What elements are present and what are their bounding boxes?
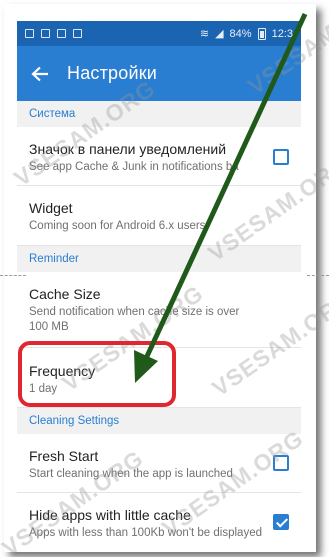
app-bar: Настройки (17, 46, 301, 101)
battery-icon (257, 27, 266, 40)
fresh-start-checkbox[interactable] (273, 455, 289, 471)
notification-icon-checkbox[interactable] (273, 149, 289, 165)
setting-title: Hide apps with little cache (29, 507, 191, 523)
section-header-reminder: Reminder (17, 246, 301, 272)
hide-apps-checkbox[interactable] (273, 514, 289, 530)
setting-subtitle: 100 MB (29, 321, 69, 333)
setting-notification-icon[interactable]: Значок в панели уведомлений See app Cach… (17, 127, 301, 186)
setting-subtitle: Coming soon for Android 6.x users (29, 220, 206, 232)
setting-subtitle: Start cleaning when the app is launched (29, 468, 233, 480)
setting-title: Widget (29, 200, 73, 216)
app-icon (57, 29, 66, 38)
notification-icon (25, 29, 34, 38)
status-bar: ≋ ◢ 84% 12:3 (17, 21, 301, 46)
setting-title: Значок в панели уведомлений (29, 141, 227, 157)
setting-subtitle: Apps with less than 100Kb won't be displ… (29, 527, 262, 539)
dashed-guide (0, 275, 26, 276)
signal-icon: ◢ (215, 28, 224, 40)
wifi-icon: ≋ (199, 28, 210, 40)
setting-title: Cache Size (29, 286, 101, 302)
setting-subtitle: Send notification when cache size is ove… (29, 306, 240, 318)
setting-title: Fresh Start (29, 448, 99, 464)
screenshot-frame: ≋ ◢ 84% 12:3 Настройки Система Значок в … (4, 4, 316, 552)
dashed-guide (307, 275, 329, 276)
section-header-cleaning: Cleaning Settings (17, 408, 301, 434)
setting-cache-size[interactable]: Cache Size Send notification when cache … (17, 272, 301, 348)
section-header-system: Система (17, 101, 301, 127)
setting-fresh-start[interactable]: Fresh Start Start cleaning when the app … (17, 434, 301, 493)
frequency-highlight (18, 341, 176, 407)
page-title: Настройки (67, 63, 158, 83)
image-icon (41, 29, 50, 38)
phone-screen: ≋ ◢ 84% 12:3 Настройки Система Значок в … (17, 21, 301, 552)
setting-hide-apps[interactable]: Hide apps with little cache Apps with le… (17, 493, 301, 552)
back-arrow-icon[interactable] (27, 61, 53, 87)
app-icon (73, 29, 82, 38)
setting-subtitle: See app Cache & Junk in notifications ba (29, 161, 239, 173)
battery-level: 84% (229, 27, 252, 40)
clock: 12:3 (271, 27, 293, 40)
setting-widget[interactable]: Widget Coming soon for Android 6.x users (17, 186, 301, 246)
